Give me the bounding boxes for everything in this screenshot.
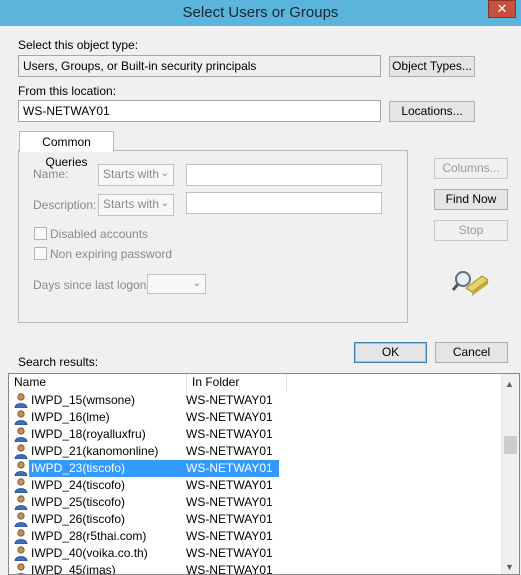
- table-row[interactable]: IWPD_45(imas) WS-NETWAY01: [9, 562, 501, 575]
- user-icon: [14, 427, 28, 442]
- non-expiring-label: Non expiring password: [50, 247, 173, 261]
- table-row[interactable]: IWPD_26(tiscofo) WS-NETWAY01: [9, 511, 501, 528]
- table-row[interactable]: IWPD_18(royalluxfru) WS-NETWAY01: [9, 426, 501, 443]
- column-header-name[interactable]: Name: [9, 374, 187, 392]
- close-button[interactable]: ✕: [488, 0, 516, 18]
- row-folder: WS-NETWAY01: [186, 427, 273, 441]
- name-input[interactable]: [186, 164, 382, 186]
- chevron-down-icon: ⌄: [160, 198, 169, 209]
- description-mode-value: Starts with: [103, 197, 160, 211]
- search-results-list[interactable]: Name In Folder IWPD_15(wmsone) WS-NETWAY0…: [8, 373, 520, 575]
- location-label: From this location:: [18, 84, 117, 98]
- days-since-logon-label: Days since last logon:: [33, 278, 150, 292]
- search-results-label: Search results:: [18, 355, 99, 369]
- row-folder: WS-NETWAY01: [186, 495, 273, 509]
- cancel-button[interactable]: Cancel: [435, 342, 508, 363]
- scrollbar-thumb[interactable]: [504, 436, 517, 454]
- object-type-label: Select this object type:: [18, 38, 139, 52]
- find-now-button[interactable]: Find Now: [434, 189, 508, 210]
- chevron-down-icon: ⌄: [192, 278, 201, 289]
- row-folder: WS-NETWAY01: [186, 546, 273, 560]
- locations-button[interactable]: Locations...: [389, 101, 475, 122]
- name-mode-value: Starts with: [103, 167, 160, 181]
- ok-button[interactable]: OK: [354, 342, 427, 363]
- table-row[interactable]: IWPD_23(tiscofo) WS-NETWAY01: [9, 460, 501, 477]
- columns-button[interactable]: Columns...: [434, 158, 508, 179]
- user-icon: [14, 478, 28, 493]
- column-header-folder[interactable]: In Folder: [187, 374, 287, 392]
- window-title: Select Users or Groups: [182, 4, 339, 21]
- user-icon: [17, 563, 25, 574]
- row-folder: WS-NETWAY01: [186, 529, 273, 543]
- days-since-logon-select[interactable]: ⌄: [147, 274, 206, 294]
- table-row[interactable]: IWPD_16(lme) WS-NETWAY01: [9, 409, 501, 426]
- vertical-scrollbar[interactable]: ▲ ▼: [501, 374, 519, 574]
- scroll-up-icon[interactable]: ▲: [505, 379, 514, 389]
- user-icon: [14, 546, 28, 561]
- table-row[interactable]: IWPD_15(wmsone) WS-NETWAY01: [9, 392, 501, 409]
- row-folder: WS-NETWAY01: [186, 444, 273, 458]
- disabled-accounts-label: Disabled accounts: [50, 227, 149, 241]
- chevron-down-icon: ⌄: [160, 168, 169, 179]
- name-label: Name:: [33, 167, 69, 181]
- row-folder: WS-NETWAY01: [186, 563, 273, 575]
- user-icon: [14, 410, 28, 425]
- non-expiring-checkbox[interactable]: [34, 247, 47, 260]
- user-icon: [14, 529, 28, 544]
- description-mode-select[interactable]: Starts with ⌄: [98, 194, 174, 216]
- close-icon: ✕: [496, 1, 508, 16]
- user-icon: [14, 512, 28, 527]
- scroll-down-icon[interactable]: ▼: [505, 562, 514, 572]
- user-icon: [14, 444, 28, 459]
- row-folder: WS-NETWAY01: [186, 393, 273, 407]
- table-row[interactable]: IWPD_21(kanomonline) WS-NETWAY01: [9, 443, 501, 460]
- user-icon: [14, 495, 28, 510]
- search-icon: [452, 271, 489, 296]
- description-label: Description:: [33, 198, 97, 212]
- object-types-button[interactable]: Object Types...: [389, 56, 475, 77]
- row-folder: WS-NETWAY01: [186, 478, 273, 492]
- row-folder: WS-NETWAY01: [186, 410, 273, 424]
- name-mode-select[interactable]: Starts with ⌄: [98, 164, 174, 186]
- location-field: WS-NETWAY01: [18, 100, 381, 122]
- table-row[interactable]: IWPD_24(tiscofo) WS-NETWAY01: [9, 477, 501, 494]
- row-folder: WS-NETWAY01: [186, 461, 273, 475]
- stop-button[interactable]: Stop: [434, 220, 508, 241]
- description-input[interactable]: [186, 192, 382, 214]
- table-row[interactable]: IWPD_28(r5thai.com) WS-NETWAY01: [9, 528, 501, 545]
- user-icon: [14, 461, 28, 476]
- row-folder: WS-NETWAY01: [186, 512, 273, 526]
- disabled-accounts-checkbox[interactable]: [34, 227, 47, 240]
- object-type-field: Users, Groups, or Built-in security prin…: [18, 55, 381, 77]
- tab-common-queries[interactable]: Common Queries: [19, 131, 114, 169]
- table-row[interactable]: IWPD_40(voika.co.th) WS-NETWAY01: [9, 545, 501, 562]
- table-row[interactable]: IWPD_25(tiscofo) WS-NETWAY01: [9, 494, 501, 511]
- user-icon: [14, 393, 28, 408]
